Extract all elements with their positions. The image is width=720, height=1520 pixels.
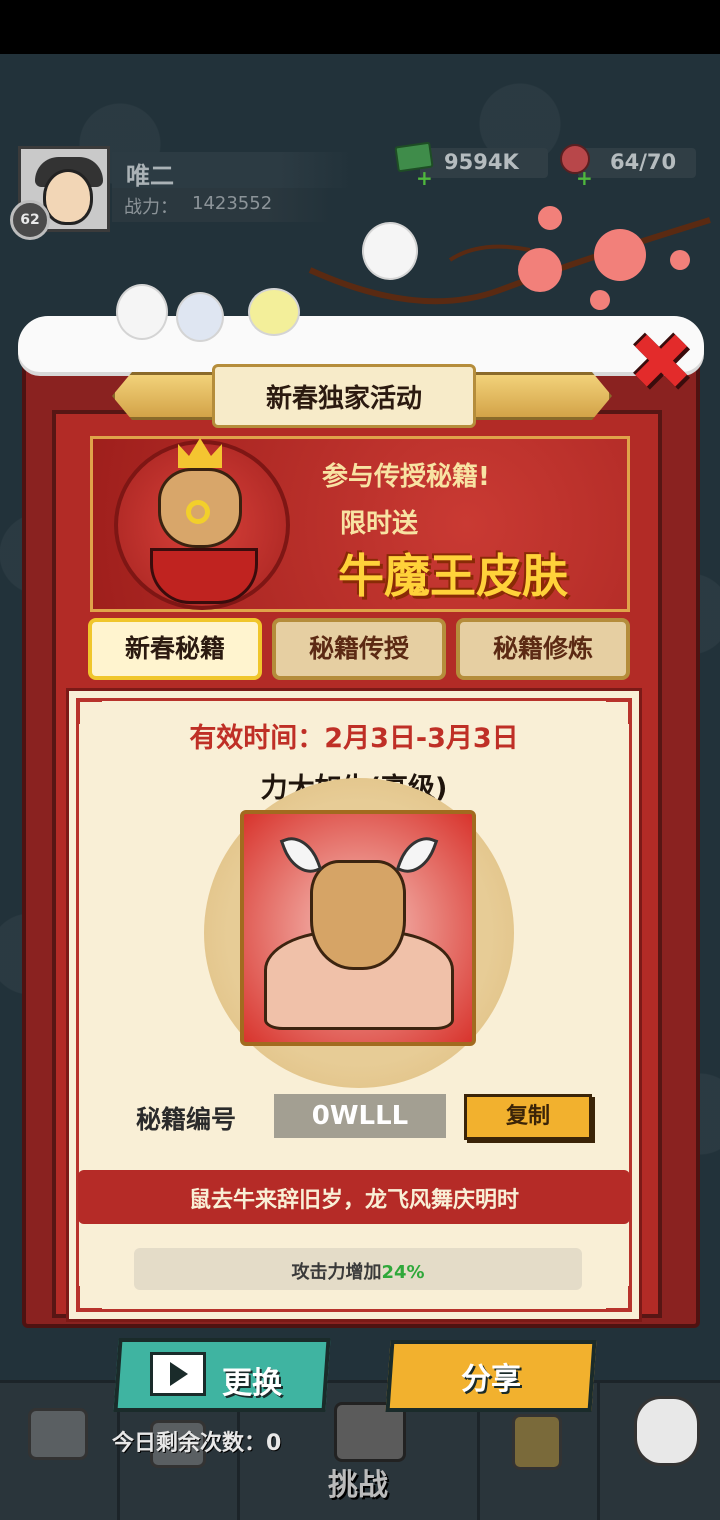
remaining-count: 今日剩余次数：0 xyxy=(112,1431,282,1456)
weapon-icon xyxy=(512,1414,562,1470)
bird-decoration xyxy=(362,222,418,280)
effect-label: 攻击力增加 xyxy=(291,1262,382,1283)
add-cash-icon[interactable]: + xyxy=(416,168,433,188)
tab-secret-teach[interactable]: 秘籍传授 xyxy=(272,618,446,680)
status-bar xyxy=(0,0,720,54)
effect-value: 24% xyxy=(381,1262,425,1283)
banner-line-1: 参与传授秘籍! xyxy=(322,462,490,492)
code-field: 0WLLL xyxy=(274,1094,446,1138)
tab-secret-practice[interactable]: 秘籍修炼 xyxy=(456,618,630,680)
bull-cape xyxy=(150,548,258,604)
nose-ring-icon xyxy=(186,500,210,524)
energy-value: 64/70 xyxy=(610,150,677,174)
lucky-cat-icon xyxy=(634,1396,700,1466)
player-name: 唯二 xyxy=(126,162,174,190)
share-label: 分享 xyxy=(461,1362,521,1397)
copy-button[interactable]: 复制 xyxy=(464,1094,592,1140)
challenge-label: 挑战 xyxy=(328,1468,388,1503)
valid-time: 有效时间：2月3日-3月3日 xyxy=(189,723,519,754)
minotaur-head xyxy=(310,860,406,970)
cash-value: 9594K xyxy=(444,150,519,174)
play-triangle-icon xyxy=(170,1362,188,1386)
banner-line-2: 限时送 xyxy=(340,509,419,539)
bird-decoration xyxy=(116,284,168,340)
avatar-face xyxy=(43,169,93,225)
frame-corner xyxy=(76,1286,102,1312)
frame-corner xyxy=(606,1286,632,1312)
bird-decoration xyxy=(176,292,224,342)
shop-cart-icon xyxy=(28,1408,88,1460)
tab-new-year-secret[interactable]: 新春秘籍 xyxy=(88,618,262,680)
panel-title: 新春独家活动 xyxy=(265,384,422,414)
power-value: 1423552 xyxy=(192,193,273,214)
bird-decoration xyxy=(248,288,300,336)
swap-label: 更换 xyxy=(222,1366,282,1401)
effect-text: 攻击力增加24% xyxy=(134,1258,582,1284)
player-level-badge: 62 xyxy=(10,200,50,240)
power-label: 战力： xyxy=(124,197,178,218)
add-energy-icon[interactable]: + xyxy=(576,168,593,188)
code-label: 秘籍编号 xyxy=(136,1105,237,1134)
banner-skin-name: 牛魔王皮肤 xyxy=(338,549,568,603)
motto-text: 鼠去牛来辞旧岁，龙飞风舞庆明时 xyxy=(188,1188,519,1213)
close-x-icon[interactable]: ✖ xyxy=(628,324,694,402)
